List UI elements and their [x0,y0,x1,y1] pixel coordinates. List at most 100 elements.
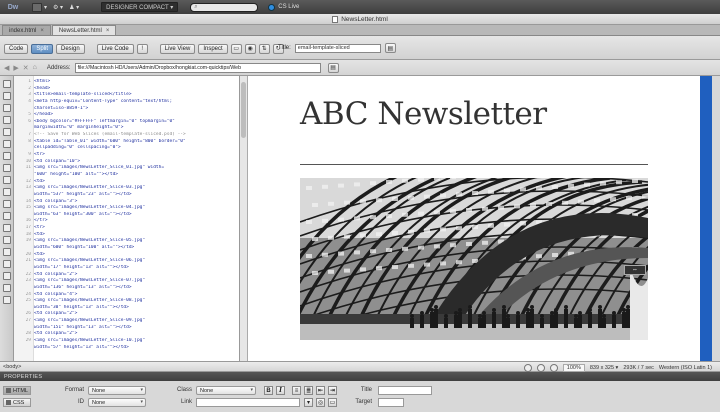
tag-selector[interactable]: <body> [3,364,21,370]
collapse-tag-icon[interactable] [2,92,11,100]
unordered-list-icon[interactable]: ≡ [292,386,301,395]
code-line[interactable]: width="600" height="100" alt=""></td> [17,245,239,252]
code-line[interactable]: 7 <!-- Save for Web Slices (email-templat… [17,132,239,139]
code-line[interactable]: 27 <img src="images/NewsLetter_Slice-09.… [17,318,239,325]
code-line[interactable]: 22 <td colspan="2"> [17,272,239,279]
code-line[interactable]: 5 </head> [17,112,239,119]
code-line[interactable]: 10 <td colspan="10"> [17,159,239,166]
ordered-list-icon[interactable]: ≣ [304,386,313,395]
link-menu-icon[interactable]: ▾ [304,398,313,407]
live-view-button[interactable]: Live View [159,43,196,54]
apply-comment-icon[interactable] [2,212,11,220]
code-line[interactable]: width="57" height="13" alt=""></td> [17,345,239,352]
code-line[interactable]: width="63" height="300" alt=""></td> [17,212,239,219]
live-code-button[interactable]: Live Code [96,43,134,54]
code-line[interactable]: 14 <td colspan="3"> [17,199,239,206]
code-line[interactable]: 11 <img src="images/NewsLetter_Slice_01.… [17,165,239,172]
code-line[interactable]: 19 <img src="images/NewsLetter_Slice-05.… [17,238,239,245]
zoom-select[interactable]: 100% [562,363,585,372]
browser-preview-icon[interactable]: ◉ [244,43,256,54]
address-options-icon[interactable]: ▤ [327,62,339,73]
code-line[interactable]: 4 <meta http-equiv="Content-Type" content… [17,99,239,106]
extend-menu[interactable]: ⚙ ▾ [53,2,63,12]
stop-icon[interactable]: ✕ [23,64,29,72]
code-line[interactable]: width="537" height="23" alt=""></td> [17,192,239,199]
file-management-icon[interactable]: ⇅ [258,43,270,54]
indent-list-icon[interactable]: ⇥ [328,386,337,395]
code-view-button[interactable]: Code [4,43,29,54]
newsletter-photo[interactable] [300,178,648,340]
outdent-list-icon[interactable]: ⇤ [316,386,325,395]
inspect-button[interactable]: Inspect [198,43,228,54]
code-line[interactable]: width="30" height="13" alt=""></td> [17,305,239,312]
close-icon[interactable]: × [106,28,110,34]
format-select[interactable]: None ▾ [88,386,146,395]
tab-newsletter[interactable]: NewsLetter.html × [51,25,117,35]
split-view-button[interactable]: Split [31,43,54,54]
browse-folder-icon[interactable]: ▭ [328,398,337,407]
scroll-thumb[interactable] [241,82,246,138]
word-wrap-icon[interactable] [2,188,11,196]
code-line[interactable]: 23 <img src="images/NewsLetter_Slice-07.… [17,278,239,285]
line-numbers-icon[interactable] [2,152,11,160]
code-line[interactable]: 28 <td colspan="2"> [17,331,239,338]
select-parent-tag-icon[interactable] [2,128,11,136]
code-view[interactable]: 1 <html> 2 <head> 3 <title>email-template-sli… [14,76,240,361]
code-line[interactable]: 1 <html> [17,79,239,86]
live-code-icon[interactable] [2,200,11,208]
code-line[interactable]: 9 <tr> [17,152,239,159]
visual-aids-icon[interactable]: ▤ [384,43,396,53]
design-view[interactable]: ABC Newsletter ⇔ [248,76,700,361]
warning-icon[interactable]: ! [136,43,148,54]
title-prop-input[interactable] [378,386,432,395]
window-size[interactable]: 839 x 325 ▾ [590,365,618,371]
wrap-tag-icon[interactable] [2,236,11,244]
back-arrow-icon[interactable]: ◀ [4,64,9,72]
code-line[interactable]: marginwidth="0" marginheight="0"> [17,125,239,132]
expand-all-icon[interactable] [2,116,11,124]
code-line[interactable]: 21 <img src="images/NewsLetter_Slice-06.… [17,258,239,265]
remove-comment-icon[interactable] [2,224,11,232]
code-line[interactable]: 2 <head> [17,86,239,93]
point-to-file-icon[interactable]: ◎ [316,398,325,407]
format-source-icon[interactable] [2,296,11,304]
link-input[interactable] [196,398,300,407]
forward-arrow-icon[interactable]: ▶ [13,64,18,72]
code-scrollbar[interactable] [240,76,248,361]
indent-icon[interactable] [2,272,11,280]
code-line[interactable]: "600" height="100" alt=""></td> [17,172,239,179]
code-line[interactable]: 12 <td> [17,179,239,186]
outdent-icon[interactable] [2,284,11,292]
hotspot-marker-icon[interactable]: ⇔ [624,265,646,275]
syntax-error-icon[interactable] [2,176,11,184]
zoom-tool-icon[interactable] [549,363,558,372]
bold-button[interactable]: B [264,386,273,395]
collapse-selection-icon[interactable] [2,104,11,112]
select-tool-icon[interactable] [523,363,532,372]
code-line[interactable]: width="17" height="13" alt=""></td> [17,265,239,272]
title-input[interactable]: email-template-sliced [294,43,381,53]
code-line[interactable]: 26 <td colspan="2"> [17,311,239,318]
code-line[interactable]: 18 <td> [17,232,239,239]
code-line[interactable]: width="151" height="13" alt=""></td> [17,325,239,332]
properties-header[interactable]: PROPERTIES [0,372,720,381]
highlight-invalid-icon[interactable] [2,164,11,172]
code-line[interactable]: 8 <table id="Table_01" width="600" height… [17,139,239,146]
code-line[interactable]: 25 <img src="images/NewsLetter_Slice-08.… [17,298,239,305]
code-line[interactable]: charset=iso-8859-1"> [17,106,239,113]
italic-button[interactable]: I [276,386,285,395]
search-field[interactable]: ⌕ [190,2,259,12]
html-mode-button[interactable]: HTML [3,386,31,395]
open-documents-icon[interactable] [2,80,11,88]
code-line[interactable]: 17 <tr> [17,225,239,232]
id-select[interactable]: None ▾ [88,398,146,407]
layout-menu[interactable]: ▾ [32,2,47,12]
recent-snippets-icon[interactable] [2,248,11,256]
code-line[interactable]: 20 <td> [17,252,239,259]
close-icon[interactable]: × [40,28,44,34]
move-css-icon[interactable] [2,260,11,268]
hand-tool-icon[interactable] [536,363,545,372]
multiscreen-icon[interactable]: ▭ [230,43,242,54]
tab-index[interactable]: index.html × [2,25,51,35]
code-line[interactable]: 13 <img src="images/NewsLetter_Slice-03.… [17,185,239,192]
